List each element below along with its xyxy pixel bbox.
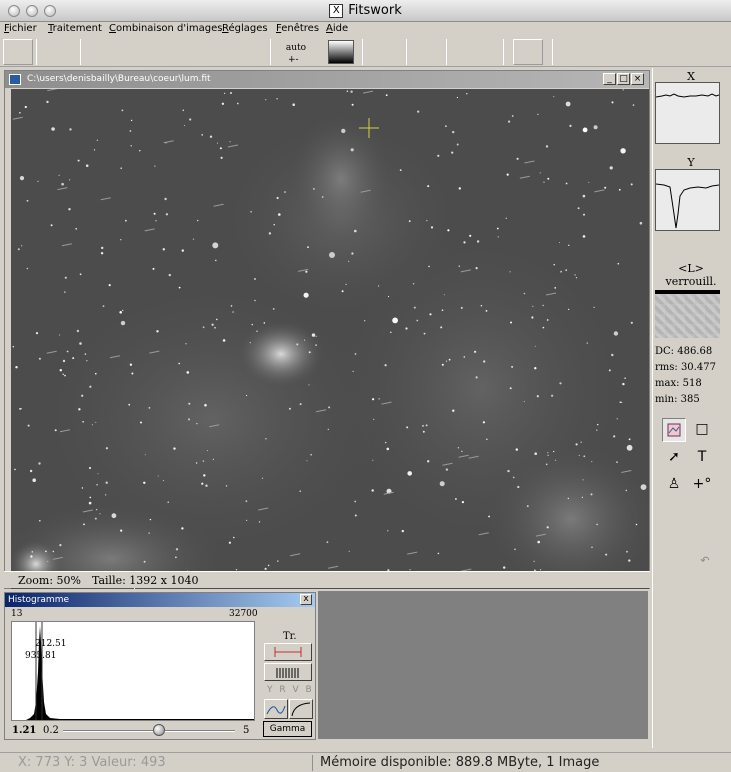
menu-aide[interactable]: Aide — [326, 23, 348, 34]
image-file-path: C:\users\denisbailly\Bureau\coeur\lum.fi… — [27, 74, 211, 84]
image-window-title-bar: C:\users\denisbailly\Bureau\coeur\lum.fi… — [5, 71, 649, 88]
image-status-strip: Zoom: 50% Taille: 1392 x 1040 — [4, 571, 650, 588]
toolbar-separator — [36, 39, 37, 65]
histogram-high-marker: 212.51 — [35, 639, 67, 649]
window-title: Fitswork — [348, 3, 402, 18]
nebula-image — [11, 89, 649, 589]
menu-traitement[interactable]: Traitement — [48, 23, 102, 34]
analysis-panel: X Y <L> verrouill. DC: 486.68 rms: 30.47… — [652, 68, 728, 748]
gamma-curve-icon[interactable] — [289, 699, 313, 719]
maximize-icon[interactable]: □ — [617, 73, 630, 85]
histogram-window: Histogramme x 13 32700 935.81 212.51 1.2… — [4, 592, 316, 740]
stat-rms: rms: 30.477 — [655, 362, 716, 373]
gamma-slider-thumb[interactable] — [153, 724, 165, 736]
histogram-min-label: 13 — [11, 609, 23, 619]
toolbar-separator — [406, 39, 407, 65]
toolbar-separator — [270, 39, 271, 65]
size-readout: Taille: 1392 x 1040 — [92, 574, 199, 587]
toolbar-button-2[interactable] — [513, 39, 543, 65]
histogram-close-button[interactable]: x — [300, 594, 312, 605]
slider-min-label: 0.2 — [43, 725, 59, 736]
auto-sub-label: +- — [288, 55, 299, 65]
stamp-tool-icon[interactable]: ♙ — [662, 473, 686, 497]
status-bar: X: 773 Y: 3 Valeur: 493 Mémoire disponib… — [0, 752, 731, 772]
toolbar: auto +- — [0, 37, 731, 67]
gradient-button[interactable] — [328, 40, 354, 64]
slider-max-label: 5 — [243, 725, 250, 736]
zoom-readout: Zoom: 50% — [18, 574, 81, 587]
astro-image[interactable] — [11, 89, 649, 589]
image-window: C:\users\denisbailly\Bureau\coeur\lum.fi… — [4, 70, 650, 589]
image-window-icon — [9, 74, 21, 85]
toolbar-separator — [552, 39, 553, 65]
histogram-title: Histogramme — [5, 593, 315, 607]
workspace-area — [318, 591, 648, 739]
histogram-plot[interactable] — [11, 621, 255, 721]
menu-reglages[interactable]: Réglages — [222, 23, 268, 34]
image-tool-icon[interactable] — [662, 418, 686, 442]
toolbar-separator — [362, 39, 363, 65]
y-profile-plot — [655, 169, 720, 231]
histogram-max-label: 32700 — [229, 609, 258, 619]
curve-edit-icon[interactable] — [264, 699, 288, 719]
lock-status-label: <L> verrouill. — [665, 262, 717, 288]
x11-icon: X — [329, 3, 344, 18]
menu-bar: Fichier Traitement Combinaison d'images … — [0, 22, 731, 37]
minimize-icon[interactable]: _ — [603, 73, 616, 85]
stat-dc: DC: 486.68 — [655, 346, 713, 357]
star-mark-tool-icon[interactable]: +° — [690, 473, 714, 497]
menu-fichier[interactable]: Fichier — [4, 23, 37, 34]
gamma-slider-track[interactable] — [63, 730, 235, 732]
auto-label[interactable]: auto — [281, 43, 311, 53]
zoom-preview — [655, 294, 720, 338]
stretch-range-button[interactable] — [264, 643, 312, 661]
channel-selector[interactable]: Y R V B — [267, 685, 314, 695]
text-tool-icon[interactable]: T — [690, 446, 714, 470]
gamma-value: 1.21 — [12, 725, 37, 736]
y-profile-label: Y — [687, 156, 695, 169]
rectangle-tool-icon[interactable]: □ — [690, 418, 714, 442]
menu-combinaison[interactable]: Combinaison d'images — [109, 23, 223, 34]
close-icon[interactable]: × — [631, 73, 644, 85]
menu-fenetres[interactable]: Fenêtres — [276, 23, 319, 34]
stat-min: min: 385 — [655, 394, 700, 405]
toolbar-separator — [503, 39, 504, 65]
toolbar-separator — [80, 39, 81, 65]
pointer-tool-icon[interactable]: ➚ — [662, 446, 686, 470]
title-bar: X Fitswork — [0, 0, 731, 22]
tr-label: Tr. — [283, 631, 297, 642]
toolbar-button-1[interactable] — [3, 39, 33, 65]
gamma-button[interactable]: Gamma — [263, 721, 312, 737]
cursor-coordinates: X: 773 Y: 3 Valeur: 493 — [18, 755, 166, 770]
histogram-low-marker: 935.81 — [25, 651, 57, 661]
status-separator — [312, 755, 313, 771]
toolbar-separator — [446, 39, 447, 65]
x-profile-plot — [655, 82, 720, 144]
stat-max: max: 518 — [655, 378, 702, 389]
memory-status: Mémoire disponible: 889.8 MByte, 1 Image — [320, 755, 600, 770]
undo-icon[interactable]: ↶ — [693, 550, 717, 574]
histogram-bars-button[interactable] — [264, 663, 312, 681]
